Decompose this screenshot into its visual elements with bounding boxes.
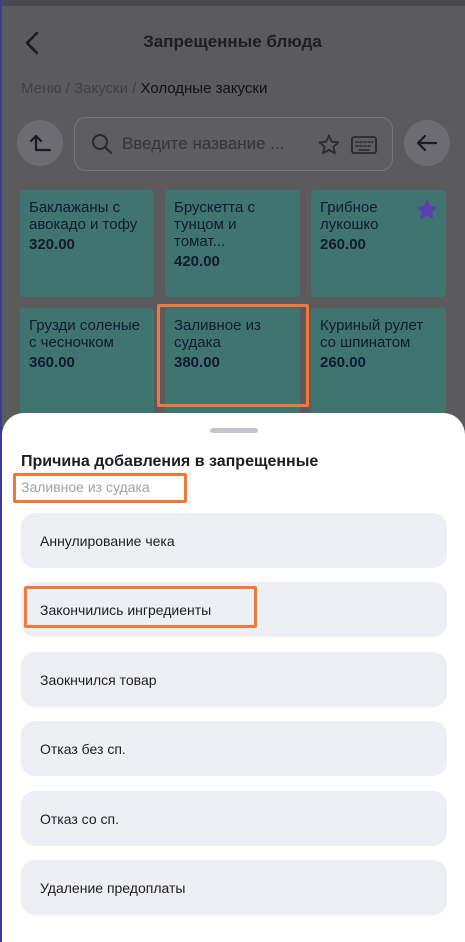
dish-price: 360.00 xyxy=(29,354,75,371)
breadcrumb: Меню / Закуски / Холодные закуски xyxy=(21,80,267,97)
keyboard-icon[interactable] xyxy=(351,135,377,155)
dish-tile-selected[interactable]: Заливное из судака 380.00 xyxy=(165,308,300,415)
dish-price: 380.00 xyxy=(174,354,220,371)
dish-name: Баклажаны с авокадо и тофу xyxy=(29,199,138,233)
window-edge xyxy=(0,0,2,942)
level-up-button[interactable] xyxy=(17,120,63,166)
sheet-title: Причина добавления в запрещенные xyxy=(21,453,319,470)
star-outline-icon[interactable] xyxy=(317,133,341,157)
search-box xyxy=(74,117,393,171)
dish-name: Заливное из судака xyxy=(174,317,261,351)
dish-tile[interactable]: Куриный рулет со шпинатом 260.00 xyxy=(311,308,446,415)
breadcrumb-item-menu[interactable]: Меню xyxy=(21,80,62,97)
dish-tile[interactable]: Грибное лукошко 260.00 xyxy=(311,190,446,297)
dish-price: 420.00 xyxy=(174,253,220,270)
drag-handle[interactable] xyxy=(210,428,258,433)
breadcrumb-separator: / xyxy=(132,80,137,97)
breadcrumb-item-snacks[interactable]: Закуски xyxy=(74,80,128,97)
dish-name: Грузди соленые с чесночком xyxy=(29,317,140,351)
reason-option[interactable]: Аннулирование чека xyxy=(21,513,447,568)
dish-price: 260.00 xyxy=(320,354,366,371)
breadcrumb-current: Холодные закуски xyxy=(140,80,268,97)
reason-option[interactable]: Удаление предоплаты xyxy=(21,860,447,915)
reason-option[interactable]: Отказ со сп. xyxy=(21,791,447,846)
dish-name: Грибное лукошко xyxy=(320,199,379,233)
dish-tile[interactable]: Брускетта с тунцом и томат... 420.00 xyxy=(165,190,300,297)
reason-option[interactable]: Отказ без сп. xyxy=(21,721,447,776)
dish-price: 320.00 xyxy=(29,236,75,253)
reason-option[interactable]: Заокнчился товар xyxy=(21,652,447,707)
dish-name: Куриный рулет со шпинатом xyxy=(320,317,424,351)
dish-tile[interactable]: Грузди соленые с чесночком 360.00 xyxy=(20,308,154,415)
reason-option[interactable]: Закончились ингредиенты xyxy=(21,582,447,637)
selected-dish-name: Заливное из судака xyxy=(21,479,150,495)
dish-tile[interactable]: Баклажаны с авокадо и тофу 320.00 xyxy=(20,190,154,297)
page-title: Запрещенные блюда xyxy=(143,32,322,51)
reason-bottom-sheet: Причина добавления в запрещенные Заливно… xyxy=(2,413,465,942)
back-arrow-button[interactable] xyxy=(404,120,450,166)
arrow-up-left-icon xyxy=(29,134,52,152)
arrow-left-icon xyxy=(416,134,438,152)
header: Запрещенные блюда xyxy=(0,6,465,76)
dish-name: Брускетта с тунцом и томат... xyxy=(174,199,256,250)
dish-price: 260.00 xyxy=(320,236,366,253)
star-filled-icon[interactable] xyxy=(415,198,439,222)
search-icon xyxy=(92,134,113,155)
breadcrumb-separator: / xyxy=(65,80,70,97)
search-input[interactable] xyxy=(122,130,312,158)
